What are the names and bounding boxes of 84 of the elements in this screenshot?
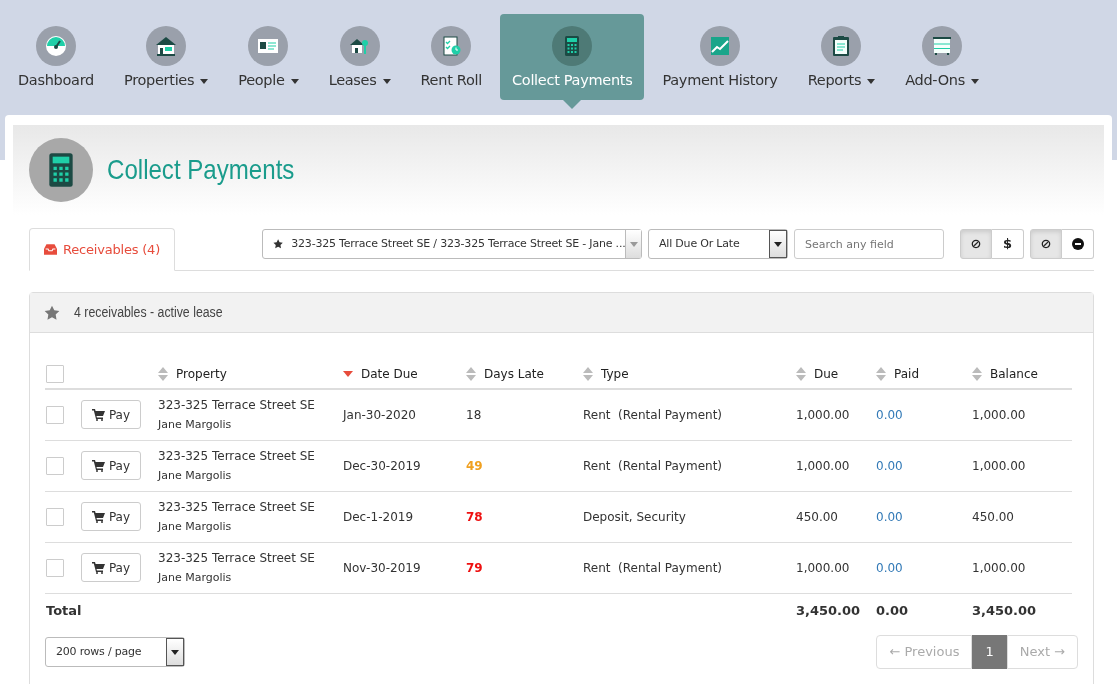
table-cell: 0.00 (876, 407, 903, 422)
checkbox[interactable] (46, 406, 64, 424)
table-cell: 1,000.00 (796, 407, 850, 422)
nav-item[interactable]: People (226, 14, 311, 100)
tenant-name: Jane Margolis (158, 569, 233, 586)
toggle-button[interactable]: ⊘ (960, 229, 992, 259)
checkbox[interactable] (46, 507, 64, 526)
lease-select[interactable]: 323-325 Terrace Street SE / 323-325 Terrace Street SE - Jane ... (262, 229, 642, 259)
cart-icon (91, 459, 105, 472)
pay-button[interactable]: Pay (81, 553, 141, 582)
table-cell: 0.00 (876, 458, 903, 473)
tenant-name: Jane Margolis (158, 467, 233, 484)
property-name: 323-325 Terrace Street SE (158, 397, 316, 414)
total-label: Total (46, 602, 82, 618)
days-late: 49 (466, 458, 483, 473)
cart-icon (91, 408, 105, 421)
status-select[interactable]: All Due Or Late (648, 229, 788, 259)
column-header[interactable]: Type (601, 366, 629, 381)
page-size-select[interactable]: 200 rows / page (45, 637, 185, 667)
column-header[interactable]: Days Late (484, 366, 544, 381)
days-late: 78 (466, 509, 483, 524)
table-cell: Rent (Rental Payment) (583, 407, 722, 422)
minus-circle-icon (1071, 238, 1084, 250)
caret-icon (171, 649, 179, 655)
table-cell: Dec-1-2019 (343, 509, 414, 524)
table-cell: Nov-30-2019 (343, 560, 421, 575)
nav-item[interactable]: Leases (316, 14, 403, 100)
tenant-name: Jane Margolis (158, 518, 233, 535)
nav-item[interactable]: Add-Ons (893, 14, 991, 100)
table-cell: Dec-30-2019 (343, 458, 421, 473)
table-cell: 1,000.00 (796, 560, 850, 575)
property-name: 323-325 Terrace Street SE (158, 447, 316, 465)
total-value: 3,450.00 (972, 602, 1037, 618)
table-cell: Rent (Rental Payment) (583, 458, 722, 473)
inbox-icon (44, 243, 57, 255)
page-button[interactable]: 1 (972, 635, 1007, 669)
checkbox[interactable] (46, 558, 64, 577)
toggle-button[interactable] (1062, 229, 1094, 259)
column-header[interactable]: Paid (894, 366, 919, 381)
pay-button[interactable]: Pay (81, 451, 141, 480)
table-cell: 450.00 (972, 509, 1014, 524)
star-icon (273, 238, 284, 250)
table-cell: Jan-30-2020 (343, 407, 416, 422)
column-header[interactable]: Property (176, 366, 227, 381)
tab[interactable]: Receivables (4) (29, 227, 176, 271)
cart-icon (91, 561, 105, 574)
nav-item[interactable]: Properties (111, 14, 221, 100)
table-cell: 450.00 (796, 509, 838, 524)
pay-button[interactable]: Pay (81, 502, 141, 531)
table-cell: 1,000.00 (972, 407, 1026, 422)
gauge-icon (44, 34, 68, 58)
days-late: 79 (466, 560, 483, 575)
pay-button[interactable]: Pay (81, 400, 141, 430)
column-header[interactable]: Balance (990, 366, 1038, 381)
column-header[interactable]: Date Due (361, 366, 418, 381)
nav-item[interactable]: Rent Roll (408, 14, 494, 100)
search-field[interactable]: Search any field (794, 229, 944, 259)
days-late: 18 (466, 407, 482, 422)
cart-icon (91, 510, 105, 523)
nav-item[interactable]: Reports (795, 14, 888, 100)
toggle-button[interactable]: $ (992, 229, 1024, 259)
total-value: 0.00 (876, 602, 909, 618)
table-cell: Deposit, Security (583, 509, 686, 524)
table-cell: Rent (Rental Payment) (583, 560, 722, 575)
toggle-button[interactable]: ⊘ (1030, 229, 1062, 259)
checkbox[interactable] (46, 456, 64, 475)
table-cell: 1,000.00 (972, 458, 1026, 473)
property-name: 323-325 Terrace Street SE (158, 549, 316, 567)
star-icon (44, 304, 60, 321)
nav-item[interactable]: Dashboard (6, 14, 106, 100)
nav-item[interactable]: Payment History (650, 14, 790, 100)
property-name: 323-325 Terrace Street SE (158, 498, 316, 516)
checkbox[interactable] (46, 364, 64, 383)
page-title: Collect Payments (107, 153, 295, 187)
total-value: 3,450.00 (796, 602, 861, 618)
table-cell: 1,000.00 (796, 458, 850, 473)
tenant-name: Jane Margolis (158, 417, 233, 433)
caret-icon (774, 241, 782, 247)
table-cell: 1,000.00 (972, 560, 1026, 575)
panel-title: 4 receivables - active lease (74, 303, 223, 322)
table-cell: 0.00 (876, 509, 903, 524)
caret-icon (629, 241, 638, 247)
table-cell: 0.00 (876, 560, 903, 575)
column-header[interactable]: Due (814, 366, 839, 381)
